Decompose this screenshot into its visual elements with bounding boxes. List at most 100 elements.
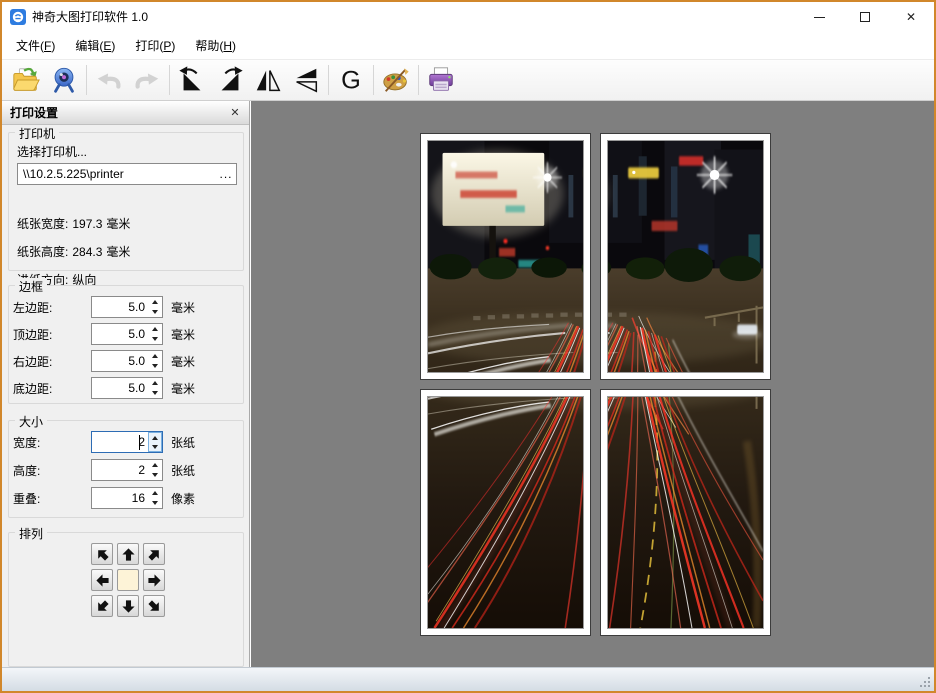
spin-down-button[interactable] (149, 442, 161, 451)
menu-help[interactable]: 帮助(H) (185, 32, 246, 60)
margin-right-spinbox[interactable] (91, 350, 163, 372)
menu-print[interactable]: 打印(P) (125, 32, 185, 60)
spin-down-button[interactable] (148, 334, 162, 344)
browse-printer-button[interactable]: ... (216, 167, 236, 181)
tile-image (427, 396, 584, 629)
arrange-down-left-button[interactable] (91, 595, 113, 617)
arrange-left-button[interactable] (91, 569, 113, 591)
arrow-right-icon (147, 573, 161, 587)
arrange-up-left-button[interactable] (91, 543, 113, 565)
panel-header: 打印设置 ✕ (2, 101, 249, 125)
arrange-right-button[interactable] (143, 569, 165, 591)
spin-up-button[interactable] (148, 324, 162, 334)
arrow-down-left-icon (97, 599, 109, 611)
toolbar-separator (328, 65, 329, 95)
grayscale-g-icon: G (341, 66, 361, 94)
menu-file[interactable]: 文件(F) (6, 32, 65, 60)
spin-up-button[interactable] (148, 351, 162, 361)
menu-edit[interactable]: 编辑(E) (65, 32, 125, 60)
spin-up-button[interactable] (148, 378, 162, 388)
arrow-up-left-icon (97, 549, 109, 561)
grayscale-button[interactable]: G (332, 62, 370, 98)
rotate-left-icon (179, 66, 201, 91)
spin-down-button[interactable] (148, 361, 162, 371)
arrange-down-button[interactable] (117, 595, 139, 617)
spin-up-button[interactable] (148, 297, 162, 307)
open-folder-icon (13, 67, 40, 91)
rotate-right-button[interactable] (211, 62, 249, 98)
tile-image (607, 140, 764, 373)
titlebar[interactable]: 神奇大图打印软件 1.0 ✕ (2, 2, 934, 32)
height-spinbox[interactable] (91, 459, 163, 481)
maximize-button[interactable] (842, 2, 888, 32)
select-printer-label[interactable]: 选择打印机... (17, 143, 87, 160)
panel-title: 打印设置 (10, 106, 59, 120)
resize-grip[interactable] (919, 676, 931, 688)
arrange-grid (91, 543, 165, 617)
rotate-left-button[interactable] (173, 62, 211, 98)
toolbar-separator (418, 65, 419, 95)
margin-top-spinbox[interactable] (91, 323, 163, 345)
window-title: 神奇大图打印软件 1.0 (32, 10, 149, 24)
webcam-icon (54, 67, 74, 93)
printer-path-field[interactable]: ... (17, 163, 237, 185)
camera-capture-button[interactable] (45, 62, 83, 98)
preview-tile-top-right (600, 133, 771, 380)
spin-up-button[interactable] (149, 433, 161, 442)
toolbar: G (2, 60, 934, 101)
flip-vertical-icon (296, 68, 318, 93)
svg-text:G: G (341, 66, 361, 94)
printer-icon (429, 67, 453, 91)
text-caret (139, 435, 140, 450)
preview-area (251, 101, 934, 667)
arrange-group-title: 排列 (15, 525, 48, 542)
margin-left-spinbox[interactable] (91, 296, 163, 318)
printer-group-title: 打印机 (15, 125, 60, 142)
width-spinbox[interactable] (91, 431, 163, 453)
undo-button[interactable] (90, 62, 128, 98)
overlap-spinbox[interactable] (91, 487, 163, 509)
app-window: 神奇大图打印软件 1.0 ✕ 文件(F) 编辑(E) 打印(P) 帮助(H) G… (0, 0, 936, 693)
redo-button[interactable] (128, 62, 166, 98)
overlap-row: 重叠: 像素 (13, 487, 195, 509)
margin-bottom-row: 底边距: 毫米 (13, 377, 195, 399)
spin-down-button[interactable] (148, 498, 162, 508)
flip-horizontal-button[interactable] (249, 62, 287, 98)
arrange-up-right-button[interactable] (143, 543, 165, 565)
margin-left-row: 左边距: 毫米 (13, 296, 195, 318)
toolbar-separator (169, 65, 170, 95)
arrange-up-button[interactable] (117, 543, 139, 565)
arrange-center-button[interactable] (117, 569, 139, 591)
spin-down-button[interactable] (148, 388, 162, 398)
arrow-left-icon (95, 573, 109, 587)
menubar: 文件(F) 编辑(E) 打印(P) 帮助(H) (2, 32, 934, 60)
spin-up-button[interactable] (148, 460, 162, 470)
close-button[interactable]: ✕ (888, 2, 934, 32)
paper-height-line: 纸张高度: 284.3 毫米 (17, 245, 131, 259)
panel-close-button[interactable]: ✕ (227, 105, 243, 121)
height-row: 高度: 张纸 (13, 459, 195, 481)
tile-image (607, 396, 764, 629)
arrow-down-right-icon (147, 599, 159, 611)
spin-up-button[interactable] (148, 488, 162, 498)
arrange-down-right-button[interactable] (143, 595, 165, 617)
size-group-title: 大小 (15, 413, 48, 430)
print-button[interactable] (422, 62, 460, 98)
open-image-button[interactable] (7, 62, 45, 98)
flip-horizontal-icon (256, 70, 281, 92)
rotate-right-icon (221, 66, 243, 91)
paper-width-line: 纸张宽度: 197.3 毫米 (17, 217, 131, 231)
margins-group: 边框 左边距: 毫米 顶边距: 毫米 右边距: (8, 278, 244, 404)
color-palette-button[interactable] (377, 62, 415, 98)
margin-bottom-spinbox[interactable] (91, 377, 163, 399)
arrow-up-icon (121, 547, 135, 561)
palette-icon (383, 68, 409, 92)
spin-down-button[interactable] (148, 307, 162, 317)
preview-tile-bottom-right (600, 389, 771, 636)
flip-vertical-button[interactable] (287, 62, 325, 98)
size-group: 大小 宽度: 张纸 高度: 张纸 重叠: (8, 413, 244, 518)
spin-down-button[interactable] (148, 470, 162, 480)
printer-path-input[interactable] (18, 167, 216, 181)
minimize-button[interactable] (796, 2, 842, 32)
minimize-icon (813, 16, 825, 18)
